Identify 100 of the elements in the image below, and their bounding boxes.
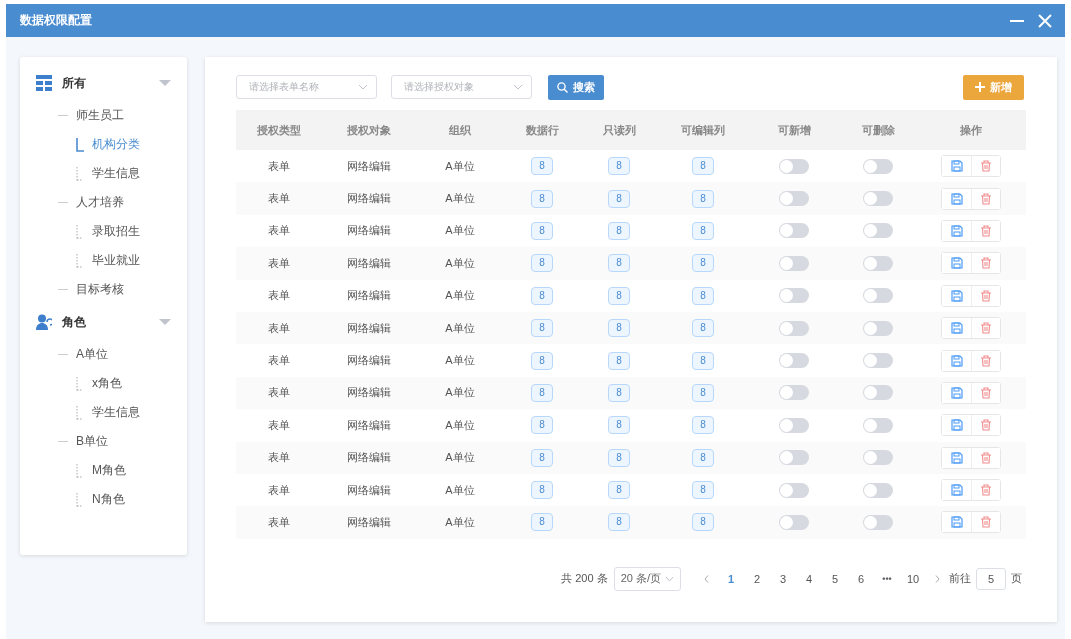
count-badge: 8 [531, 254, 553, 273]
toggle-switch[interactable] [779, 158, 809, 174]
delete-button[interactable] [971, 285, 1000, 306]
toggle-switch[interactable] [779, 191, 809, 207]
tree-item[interactable]: N角色 [92, 491, 125, 508]
delete-button[interactable] [971, 350, 1000, 371]
chevron-right-icon [935, 574, 940, 583]
toggle-switch[interactable] [863, 450, 893, 466]
toggle-switch[interactable] [779, 450, 809, 466]
toggle-switch[interactable] [779, 515, 809, 530]
tree-item[interactable]: 师生员工 [76, 107, 124, 124]
toggle-switch[interactable] [863, 417, 893, 433]
count-badge: 8 [608, 254, 630, 273]
delete-button[interactable] [971, 318, 1000, 339]
save-button[interactable] [942, 382, 971, 403]
trash-icon [980, 224, 992, 237]
save-button[interactable] [942, 318, 971, 339]
table-cell: 表单 [236, 441, 322, 474]
save-button[interactable] [942, 253, 971, 274]
toggle-switch[interactable] [779, 417, 809, 433]
delete-button[interactable] [971, 188, 1000, 209]
table-cell: 网络编辑 [322, 247, 416, 280]
delete-button[interactable] [971, 253, 1000, 274]
close-icon[interactable] [1037, 12, 1053, 29]
tree-item[interactable]: 毕业就业 [92, 252, 140, 269]
delete-button[interactable] [971, 480, 1000, 501]
delete-button[interactable] [971, 382, 1000, 403]
save-button[interactable] [942, 447, 971, 468]
grid-icon [36, 75, 52, 91]
toggle-switch[interactable] [863, 482, 893, 498]
toggle-switch[interactable] [779, 482, 809, 498]
save-button[interactable] [942, 188, 971, 209]
caret-icon[interactable] [159, 79, 171, 87]
save-button[interactable] [942, 512, 971, 533]
table-cell: 表单 [236, 182, 322, 215]
tree-item[interactable]: 学生信息 [92, 165, 140, 182]
table-cell: 表单 [236, 506, 322, 539]
page-button[interactable]: 3 [770, 572, 796, 585]
toggle-switch[interactable] [863, 223, 893, 239]
tree-item[interactable]: 录取招生 [92, 223, 140, 240]
trash-icon [980, 289, 992, 302]
chevron-down-icon [358, 84, 368, 90]
toggle-switch[interactable] [863, 515, 893, 530]
page-button[interactable]: 4 [796, 572, 822, 585]
caret-icon[interactable] [159, 318, 171, 326]
delete-button[interactable] [971, 220, 1000, 241]
tree-item[interactable]: 机构分类 [92, 136, 140, 153]
page-button[interactable]: 2 [744, 572, 770, 585]
count-badge: 8 [608, 351, 630, 370]
toggle-switch[interactable] [779, 353, 809, 369]
page-input[interactable]: 5 [976, 567, 1006, 590]
tree-item[interactable]: 学生信息 [92, 404, 140, 421]
tree-item[interactable]: A单位 [76, 346, 108, 363]
tree-group[interactable]: 所有 [62, 74, 149, 92]
placeholder-text: 请选择表单名称 [249, 80, 320, 94]
trash-icon [980, 484, 992, 497]
tree-item[interactable]: 目标考核 [76, 281, 124, 298]
tree-item[interactable]: 人才培养 [76, 194, 124, 211]
page-size-select[interactable]: 20 条/页 [613, 566, 681, 591]
count-badge: 8 [692, 351, 714, 370]
toggle-switch[interactable] [863, 191, 893, 207]
toggle-switch[interactable] [863, 158, 893, 174]
count-badge: 8 [692, 416, 714, 435]
delete-button[interactable] [971, 156, 1000, 177]
toggle-switch[interactable] [779, 320, 809, 336]
tree-item[interactable]: B单位 [76, 433, 108, 450]
page-button[interactable]: 6 [848, 572, 874, 585]
table-cell: 表单 [236, 473, 322, 507]
dotted-line-icon [76, 253, 84, 268]
page-button[interactable]: 1 [718, 572, 744, 585]
delete-button[interactable] [971, 447, 1000, 468]
dotted-line-icon [76, 166, 84, 181]
more-pages-button[interactable]: ••• [874, 573, 900, 584]
toggle-switch[interactable] [863, 353, 893, 369]
total-count: 共 200 条 [561, 571, 608, 587]
delete-button[interactable] [971, 512, 1000, 533]
trash-icon [980, 192, 992, 205]
count-badge: 8 [608, 157, 630, 176]
toggle-switch[interactable] [863, 255, 893, 271]
toggle-switch[interactable] [779, 255, 809, 271]
toggle-switch[interactable] [779, 385, 809, 401]
tree-item[interactable]: x角色 [92, 375, 122, 392]
toggle-switch[interactable] [863, 288, 893, 304]
search-button[interactable]: 搜索 [548, 74, 604, 100]
column-header: 授权类型 [236, 110, 322, 150]
toggle-switch[interactable] [779, 223, 809, 239]
toggle-switch[interactable] [779, 288, 809, 304]
toggle-switch[interactable] [863, 320, 893, 336]
chevron-left-icon [704, 574, 709, 583]
table-cell: 网络编辑 [322, 376, 416, 410]
dotted-line-icon [76, 492, 84, 507]
count-badge: 8 [608, 286, 630, 305]
tree-group[interactable]: 角色 [62, 313, 149, 331]
toggle-switch[interactable] [863, 385, 893, 401]
dotted-line-icon [76, 224, 84, 239]
tree-item[interactable]: M角色 [92, 462, 126, 479]
page-button[interactable]: 10 [900, 572, 926, 585]
delete-button[interactable] [971, 415, 1000, 436]
column-header: 数据行 [504, 110, 580, 150]
page-button[interactable]: 5 [822, 572, 848, 585]
